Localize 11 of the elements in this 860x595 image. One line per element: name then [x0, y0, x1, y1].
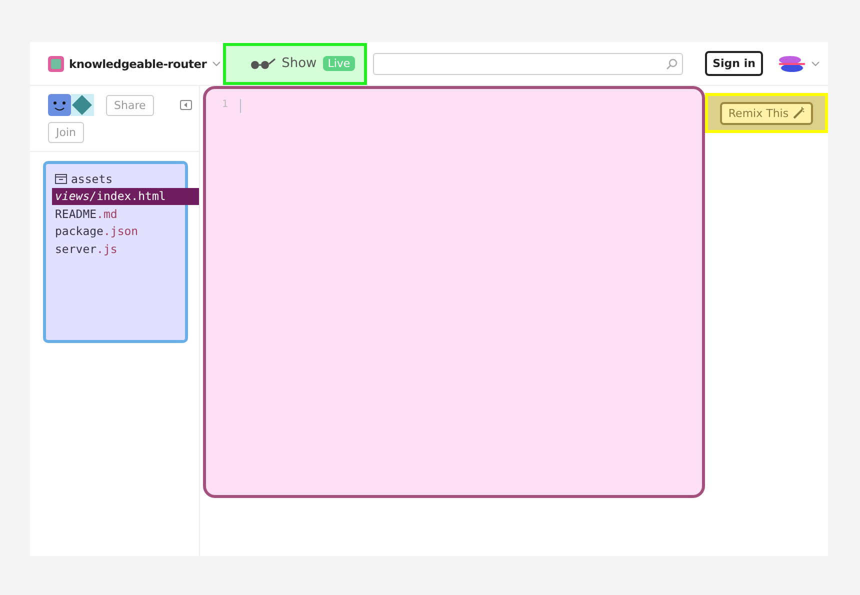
line-number: 1 — [222, 99, 228, 110]
file-item[interactable]: assets — [52, 170, 185, 188]
show-button[interactable]: Show Live — [222, 42, 367, 84]
file-item[interactable]: README.md — [52, 205, 185, 222]
file-item[interactable]: package.json — [52, 222, 185, 240]
project-name[interactable]: knowledgeable-router — [69, 56, 207, 70]
remix-button[interactable]: Remix This — [720, 102, 813, 124]
live-badge: Live — [322, 56, 356, 71]
file-item[interactable]: views/index.html — [52, 188, 199, 205]
file-item[interactable]: server.js — [52, 240, 185, 258]
sign-in-button[interactable]: Sign in — [704, 51, 764, 76]
